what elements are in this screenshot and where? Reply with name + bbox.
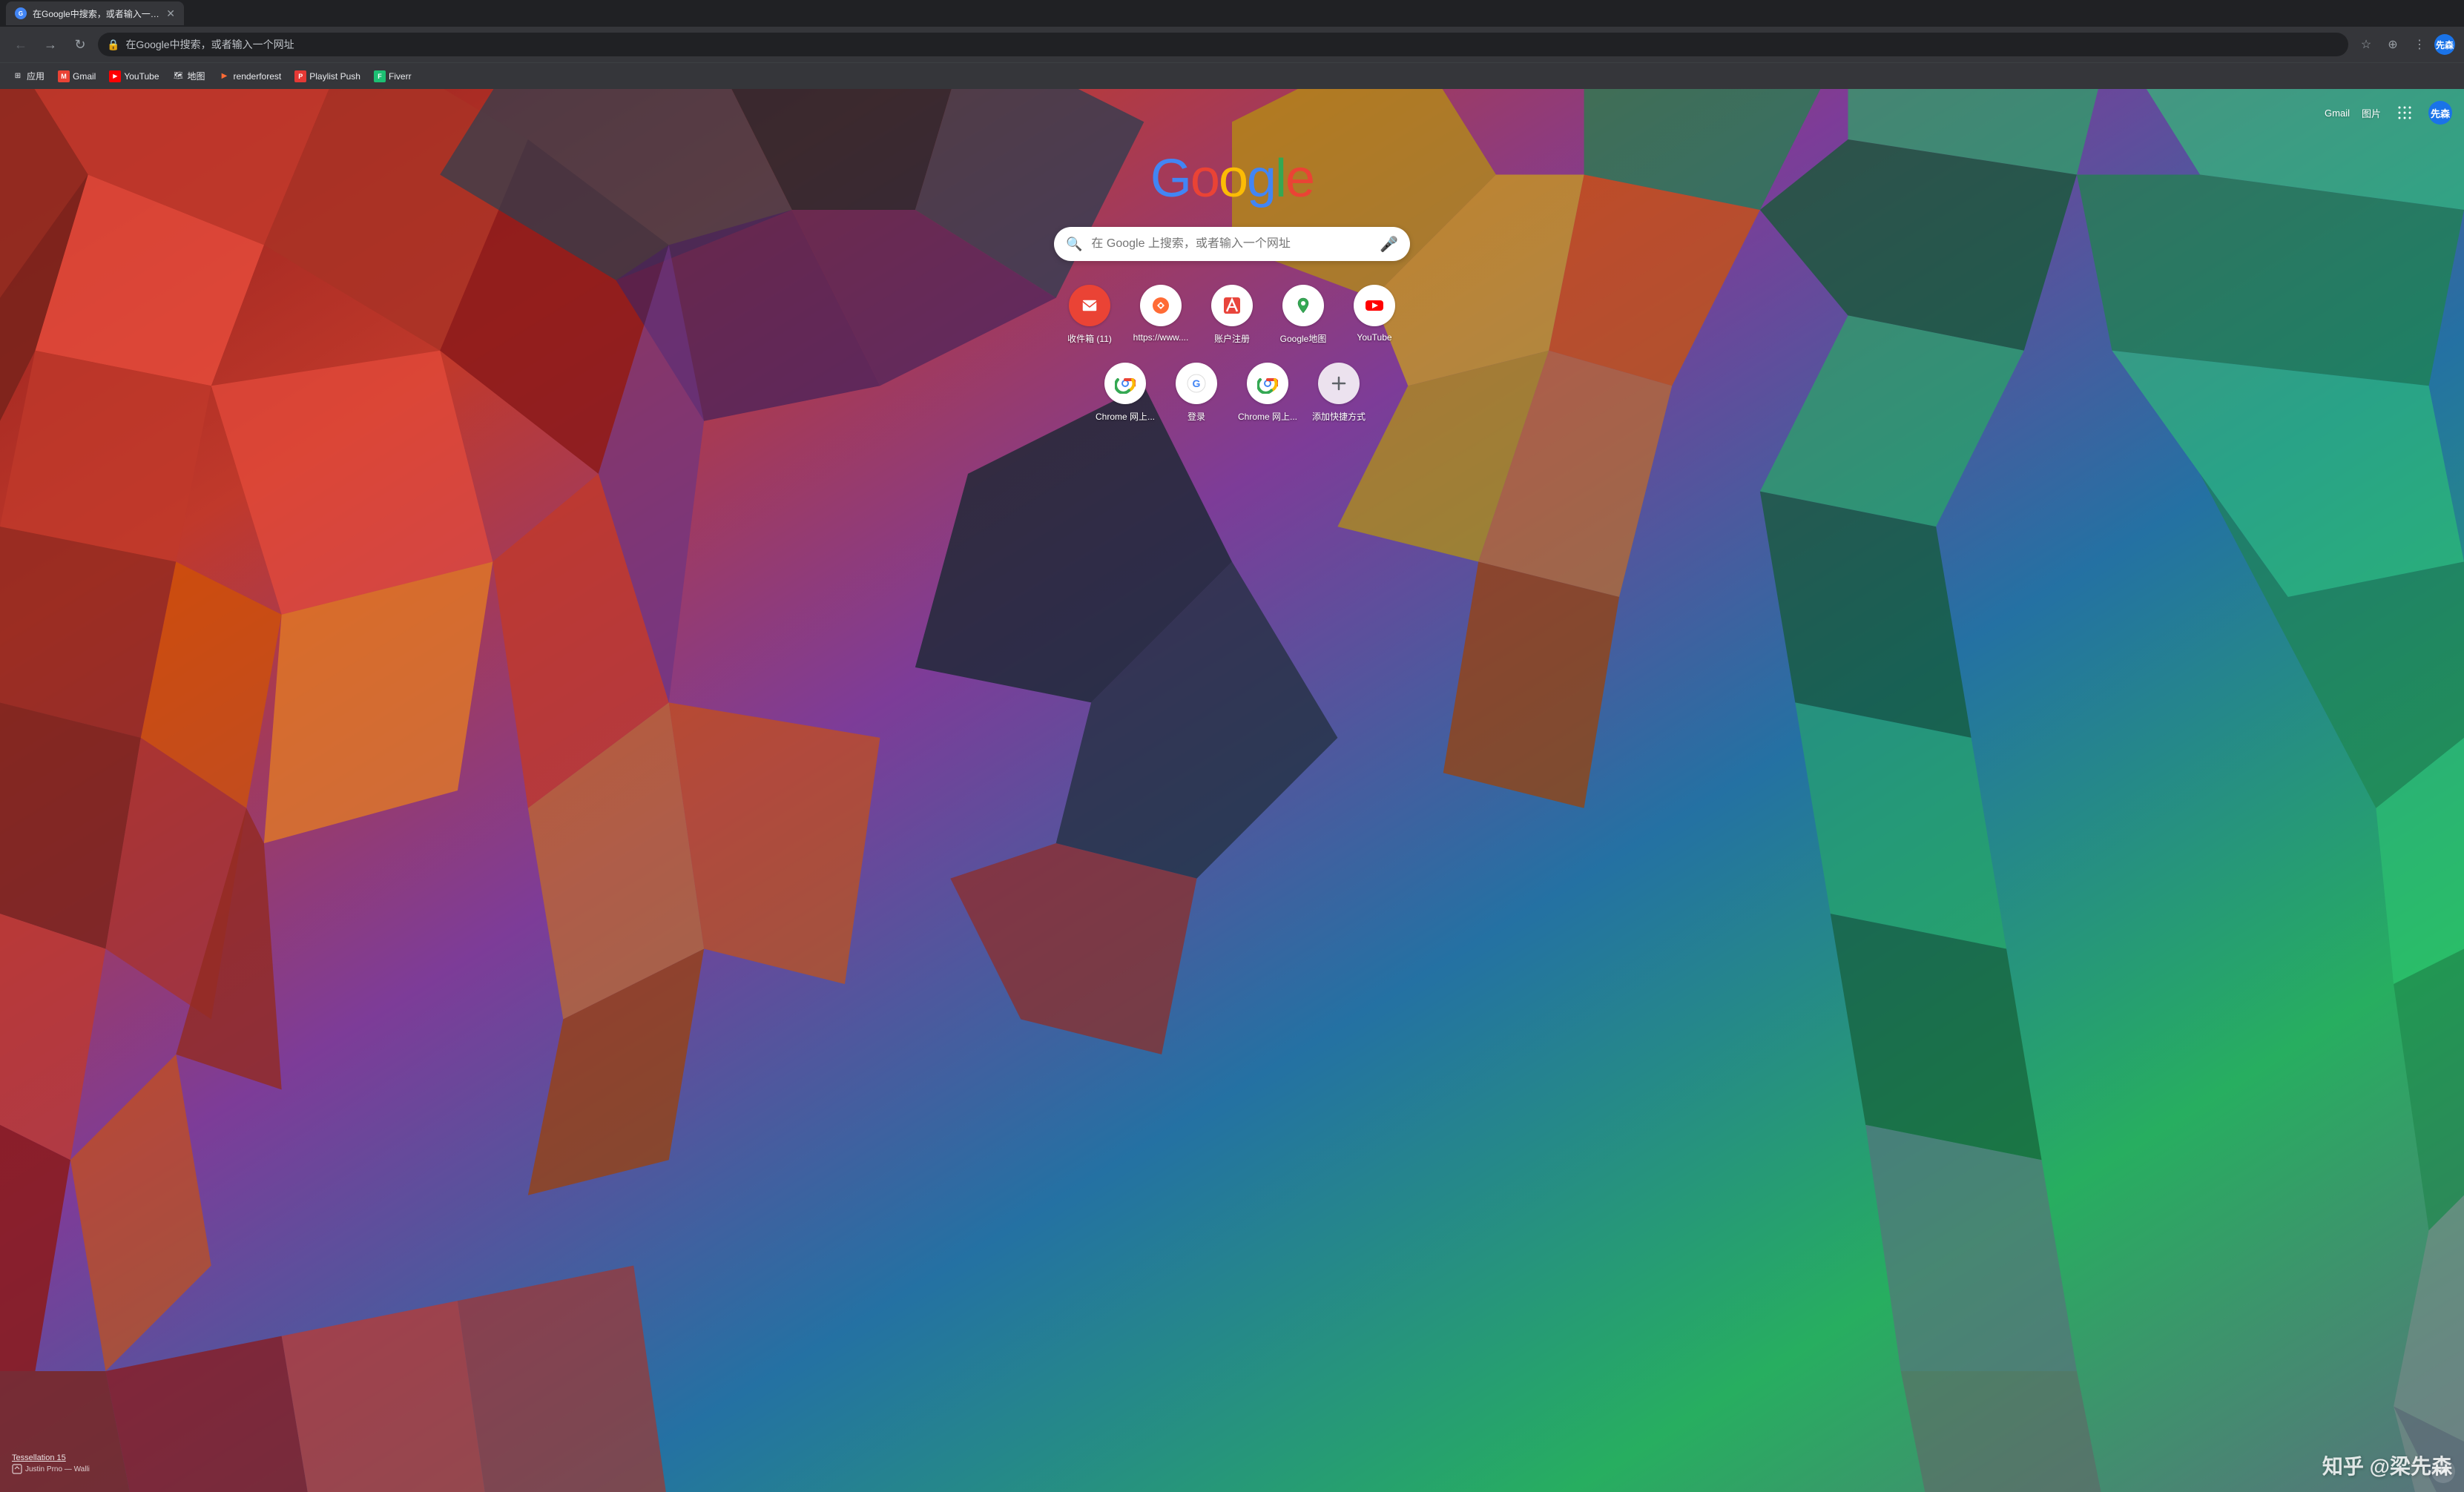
shortcut-googlemaps-label: Google地图	[1280, 332, 1327, 345]
shortcuts-row-2: Chrome 网上... G 登录	[1096, 363, 1368, 423]
bookmark-fiverr[interactable]: F Fiverr	[368, 67, 418, 85]
tab-close-button[interactable]: ✕	[166, 7, 175, 20]
reload-button[interactable]: ↻	[68, 33, 92, 56]
bookmark-gmail[interactable]: M Gmail	[52, 67, 102, 85]
renderforest-bookmark-icon: ▶	[219, 70, 231, 82]
bookmark-apps-label: 应用	[27, 70, 45, 82]
bookmark-gmail-label: Gmail	[73, 71, 96, 82]
shortcut-https[interactable]: https://www....	[1131, 285, 1190, 345]
shortcut-register[interactable]: 账户注册	[1202, 285, 1262, 345]
shortcut-register-label: 账户注册	[1214, 332, 1250, 345]
shortcut-inbox-label: 收件箱 (11)	[1067, 332, 1112, 345]
shortcut-youtube-icon	[1354, 285, 1395, 326]
bookmarks-bar: ⊞ 应用 M Gmail ▶ YouTube 🗺 地图 ▶ renderfore…	[0, 62, 2464, 89]
title-bar: G 在Google中搜索，或者输入一个网址 ✕	[0, 0, 2464, 27]
google-logo-e: e	[1285, 149, 1314, 208]
bookmark-renderforest[interactable]: ▶ renderforest	[213, 67, 288, 85]
svg-text:G: G	[1193, 377, 1201, 389]
google-logo-g: g	[1247, 149, 1275, 208]
bookmark-renderforest-label: renderforest	[234, 71, 282, 82]
shortcut-chrome2-label: Chrome 网上...	[1238, 410, 1297, 423]
bookmark-playlist-push-label: Playlist Push	[309, 71, 360, 82]
bookmark-star-button[interactable]: ☆	[2354, 33, 2378, 56]
shortcut-login-label: 登录	[1187, 410, 1205, 423]
ntp-user-avatar[interactable]: 先森	[2428, 101, 2452, 125]
ntp-gmail-link[interactable]: Gmail	[2325, 108, 2350, 119]
extensions-button[interactable]: ⊕	[2381, 33, 2405, 56]
bookmark-youtube[interactable]: ▶ YouTube	[103, 67, 165, 85]
shortcut-chrome1-label: Chrome 网上...	[1096, 410, 1155, 423]
google-logo-l: l	[1275, 149, 1285, 208]
shortcut-googlemaps-icon	[1282, 285, 1324, 326]
ntp-apps-grid-button[interactable]	[2393, 101, 2417, 125]
shortcut-chrome2[interactable]: Chrome 网上...	[1238, 363, 1297, 423]
bookmark-fiverr-label: Fiverr	[389, 71, 412, 82]
chrome-window: G 在Google中搜索，或者输入一个网址 ✕ ← → ↻ 🔒 在Google中…	[0, 0, 2464, 1492]
fiverr-bookmark-icon: F	[374, 70, 386, 82]
wallpaper-author-text: Justin Prno — Walli	[25, 1465, 90, 1473]
ntp-center: Google 🔍 🎤	[1054, 148, 1410, 423]
back-button[interactable]: ←	[9, 33, 33, 56]
tab-title: 在Google中搜索，或者输入一个网址	[33, 7, 160, 20]
google-logo-o1: o	[1190, 149, 1219, 208]
shortcut-youtube-label: YouTube	[1357, 332, 1391, 343]
lock-icon: 🔒	[107, 39, 119, 51]
content-area: Gmail 图片 先森 Google	[0, 89, 2464, 1492]
search-box[interactable]: 🔍 🎤	[1054, 227, 1410, 261]
toolbar: ← → ↻ 🔒 在Google中搜索，或者输入一个网址 ☆ ⊕ ⋮ 先森	[0, 27, 2464, 62]
wallpaper-name[interactable]: Tessellation 15	[12, 1453, 90, 1462]
menu-button[interactable]: ⋮	[2408, 33, 2431, 56]
bookmark-maps[interactable]: 🗺 地图	[167, 67, 211, 85]
shortcut-https-label: https://www....	[1133, 332, 1189, 343]
search-input[interactable]	[1091, 237, 1371, 251]
google-logo-o2: o	[1219, 149, 1247, 208]
bookmark-maps-label: 地图	[188, 70, 205, 82]
shortcut-inbox-icon	[1069, 285, 1110, 326]
address-text: 在Google中搜索，或者输入一个网址	[125, 37, 2339, 52]
google-logo-G: G	[1150, 149, 1190, 208]
customize-ntp-button[interactable]: ✏	[2431, 1459, 2455, 1483]
microphone-icon[interactable]: 🎤	[1380, 235, 1398, 254]
maps-bookmark-icon: 🗺	[173, 70, 185, 82]
apps-icon: ⊞	[12, 70, 24, 82]
bookmark-playlist-push[interactable]: P Playlist Push	[289, 67, 366, 85]
toolbar-right: ☆ ⊕ ⋮ 先森	[2354, 33, 2455, 56]
ntp-images-link[interactable]: 图片	[2362, 106, 2381, 120]
browser-tab[interactable]: G 在Google中搜索，或者输入一个网址 ✕	[6, 1, 184, 25]
tab-favicon: G	[15, 7, 27, 19]
bookmark-apps[interactable]: ⊞ 应用	[6, 67, 50, 85]
wallpaper-author: Justin Prno — Walli	[12, 1464, 90, 1474]
shortcut-chrome1-icon	[1104, 363, 1146, 404]
playlist-push-bookmark-icon: P	[294, 70, 306, 82]
youtube-bookmark-icon: ▶	[109, 70, 121, 82]
shortcut-https-icon	[1140, 285, 1182, 326]
new-tab-page: Gmail 图片 先森 Google	[0, 89, 2464, 1492]
gmail-bookmark-icon: M	[58, 70, 70, 82]
shortcut-login[interactable]: G 登录	[1167, 363, 1226, 423]
bookmark-youtube-label: YouTube	[124, 71, 159, 82]
shortcut-add[interactable]: 添加快捷方式	[1309, 363, 1368, 423]
google-logo: Google	[1150, 148, 1314, 209]
ntp-bottom-left: Tessellation 15 Justin Prno — Walli	[12, 1453, 90, 1474]
shortcuts-row-1: 收件箱 (11) https://www....	[1060, 285, 1404, 345]
shortcut-chrome2-icon	[1247, 363, 1288, 404]
shortcut-add-label: 添加快捷方式	[1312, 410, 1366, 423]
shortcut-add-icon	[1318, 363, 1360, 404]
ntp-top-right: Gmail 图片 先森	[2325, 101, 2452, 125]
shortcut-youtube[interactable]: YouTube	[1345, 285, 1404, 345]
forward-button[interactable]: →	[39, 33, 62, 56]
wallpaper-link-icon	[12, 1464, 22, 1474]
search-icon: 🔍	[1066, 237, 1082, 252]
shortcut-googlemaps[interactable]: Google地图	[1274, 285, 1333, 345]
shortcut-login-icon: G	[1176, 363, 1217, 404]
shortcut-chrome1[interactable]: Chrome 网上...	[1096, 363, 1155, 423]
user-avatar-toolbar[interactable]: 先森	[2434, 34, 2455, 55]
shortcut-register-icon	[1211, 285, 1253, 326]
address-bar[interactable]: 🔒 在Google中搜索，或者输入一个网址	[98, 33, 2348, 56]
shortcut-inbox[interactable]: 收件箱 (11)	[1060, 285, 1119, 345]
